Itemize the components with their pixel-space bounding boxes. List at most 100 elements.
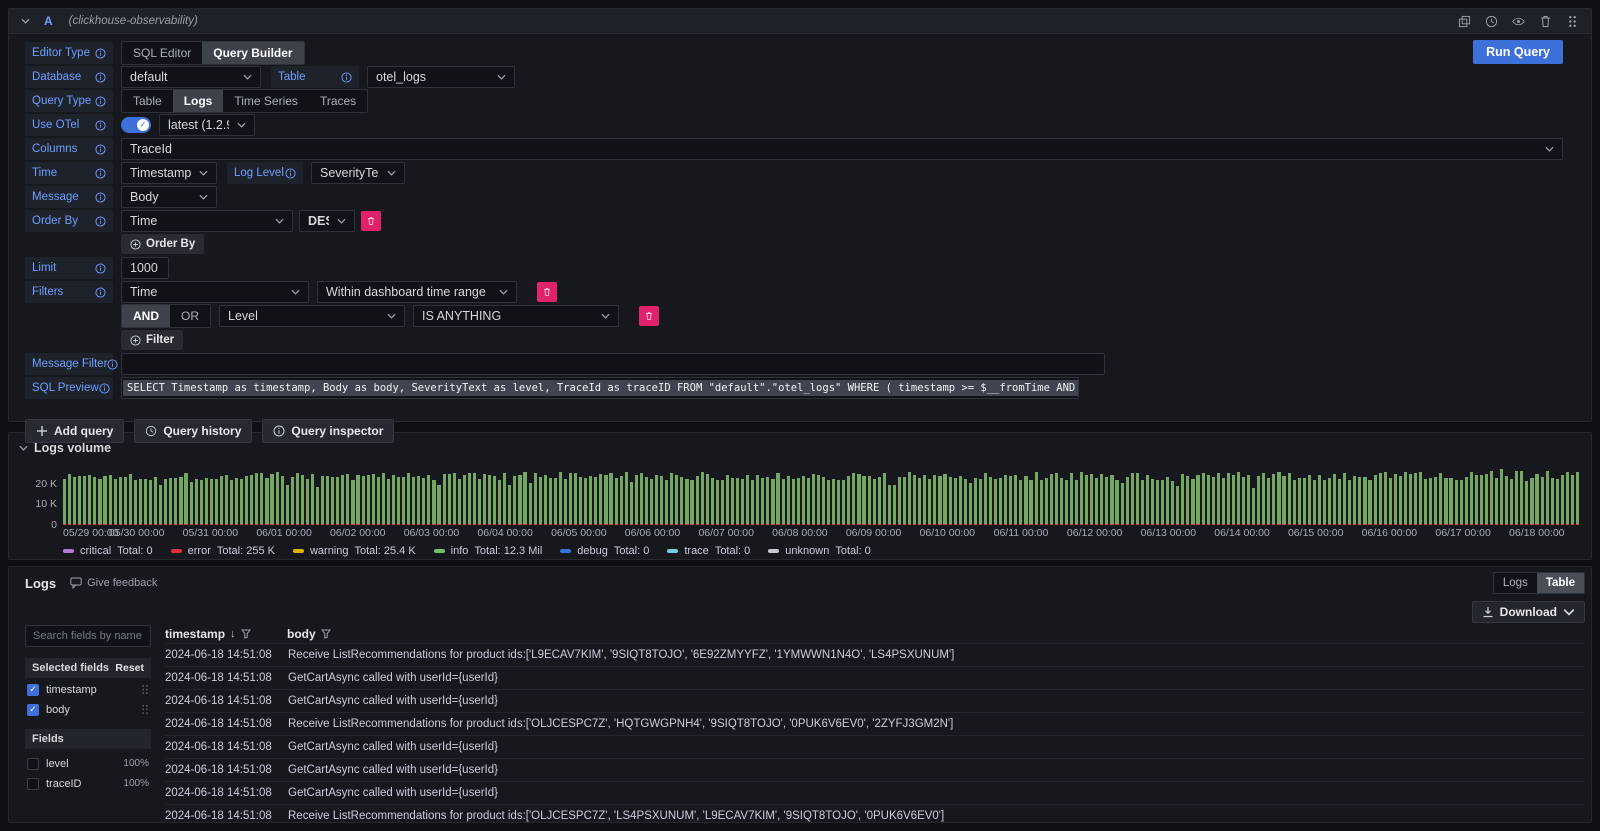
volume-bar[interactable] — [1156, 480, 1159, 525]
remove-filter1-button[interactable] — [537, 282, 557, 302]
volume-bar[interactable] — [696, 476, 699, 525]
volume-bar[interactable] — [1414, 473, 1417, 525]
volume-bar[interactable] — [1110, 475, 1113, 525]
volume-bar[interactable] — [837, 480, 840, 525]
volume-bar[interactable] — [1040, 480, 1043, 525]
volume-bar[interactable] — [999, 478, 1002, 525]
filter2-operator-select[interactable]: IS ANYTHING — [413, 305, 619, 327]
query-ref-id[interactable]: A — [44, 14, 53, 28]
volume-bar[interactable] — [1358, 477, 1361, 525]
volume-bar[interactable] — [1460, 480, 1463, 525]
volume-bar[interactable] — [402, 477, 405, 525]
volume-bar[interactable] — [311, 474, 314, 525]
volume-bar[interactable] — [584, 478, 587, 525]
volume-bar[interactable] — [1363, 477, 1366, 525]
volume-bar[interactable] — [190, 482, 193, 525]
volume-bar[interactable] — [1465, 477, 1468, 525]
volume-bar[interactable] — [1434, 477, 1437, 525]
volume-bar[interactable] — [1510, 479, 1513, 525]
volume-bar[interactable] — [954, 478, 957, 525]
volume-bar[interactable] — [1374, 475, 1377, 525]
volume-bar[interactable] — [782, 479, 785, 526]
volume-bar[interactable] — [407, 473, 410, 525]
volume-bar[interactable] — [1019, 480, 1022, 525]
volume-bar[interactable] — [832, 479, 835, 525]
message-filter-input[interactable] — [121, 353, 1105, 375]
volume-bar[interactable] — [665, 480, 668, 525]
filter2-field-select[interactable]: Level — [219, 305, 405, 327]
volume-bar[interactable] — [1530, 478, 1533, 525]
volume-bar[interactable] — [685, 479, 688, 525]
volume-bar[interactable] — [1505, 476, 1508, 525]
volume-bar[interactable] — [579, 477, 582, 525]
volume-bar[interactable] — [124, 477, 127, 525]
volume-bar[interactable] — [1480, 475, 1483, 525]
volume-bar[interactable] — [235, 478, 238, 525]
volume-bar[interactable] — [650, 479, 653, 525]
volume-bar[interactable] — [346, 474, 349, 525]
volume-bar[interactable] — [109, 475, 112, 525]
volume-bar[interactable] — [73, 477, 76, 525]
volume-bar[interactable] — [372, 474, 375, 525]
view-option-logs[interactable]: Logs — [1494, 573, 1537, 593]
query-type-option-time-series[interactable]: Time Series — [223, 90, 309, 112]
volume-bar[interactable] — [1293, 480, 1296, 525]
legend-item-critical[interactable]: criticalTotal: 0 — [63, 545, 153, 557]
volume-bar[interactable] — [1379, 473, 1382, 525]
columns-multiselect[interactable]: TraceId — [121, 138, 1563, 160]
volume-bar[interactable] — [1237, 472, 1240, 525]
volume-bar[interactable] — [1217, 473, 1220, 525]
volume-bar[interactable] — [615, 478, 618, 525]
volume-bar[interactable] — [265, 478, 268, 525]
add-order-by-button[interactable]: Order By — [121, 234, 204, 254]
volume-bar[interactable] — [220, 476, 223, 525]
volume-bar[interactable] — [1196, 475, 1199, 525]
volume-bar[interactable] — [898, 477, 901, 525]
volume-bar[interactable] — [356, 475, 359, 525]
volume-bar[interactable] — [1141, 480, 1144, 526]
volume-bar[interactable] — [412, 477, 415, 525]
volume-bar[interactable] — [1131, 473, 1134, 525]
volume-bar[interactable] — [1126, 477, 1129, 525]
timestamp-column-header[interactable]: timestamp ↓ — [165, 627, 287, 641]
reset-fields-button[interactable]: Reset — [115, 662, 144, 674]
log-table-row[interactable]: 2024-06-18 14:51:08GetCartAsync called w… — [165, 781, 1585, 804]
volume-bar[interactable] — [1029, 480, 1032, 525]
volume-bar[interactable] — [1252, 488, 1255, 525]
volume-bar[interactable] — [144, 479, 147, 525]
checkbox-unchecked[interactable] — [27, 778, 39, 790]
volume-bar[interactable] — [544, 475, 547, 525]
collapse-chevron-icon[interactable] — [19, 445, 28, 451]
volume-bar[interactable] — [736, 478, 739, 525]
volume-bar[interactable] — [1419, 472, 1422, 525]
legend-item-error[interactable]: errorTotal: 255 K — [171, 545, 275, 557]
volume-bar[interactable] — [1136, 473, 1139, 525]
volume-bar[interactable] — [382, 473, 385, 525]
volume-bar[interactable] — [215, 479, 218, 525]
drag-handle-icon[interactable] — [141, 684, 149, 695]
log-table-row[interactable]: 2024-06-18 14:51:08GetCartAsync called w… — [165, 666, 1585, 689]
volume-bar[interactable] — [938, 476, 941, 525]
log-table-row[interactable]: 2024-06-18 14:51:08GetCartAsync called w… — [165, 735, 1585, 758]
volume-bar[interactable] — [1541, 477, 1544, 525]
volume-bar[interactable] — [928, 479, 931, 525]
volume-bar[interactable] — [1186, 476, 1189, 525]
volume-bar[interactable] — [1171, 481, 1174, 525]
volume-bar[interactable] — [787, 476, 790, 525]
volume-bar[interactable] — [488, 475, 491, 525]
volume-bar[interactable] — [701, 472, 704, 525]
log-table-row[interactable]: 2024-06-18 14:51:08Receive ListRecommend… — [165, 643, 1585, 666]
volume-bar[interactable] — [1257, 476, 1260, 525]
volume-bar[interactable] — [1115, 480, 1118, 525]
volume-bar[interactable] — [1495, 478, 1498, 525]
volume-bar[interactable] — [746, 475, 749, 525]
volume-bar[interactable] — [1262, 473, 1265, 525]
volume-bar[interactable] — [883, 473, 886, 525]
volume-bar[interactable] — [1191, 479, 1194, 525]
volume-bar[interactable] — [564, 479, 567, 525]
volume-bar[interactable] — [286, 485, 289, 525]
volume-bar[interactable] — [817, 475, 820, 525]
volume-bar[interactable] — [68, 474, 71, 525]
volume-bar[interactable] — [1328, 478, 1331, 525]
remove-filter2-button[interactable] — [639, 306, 659, 326]
